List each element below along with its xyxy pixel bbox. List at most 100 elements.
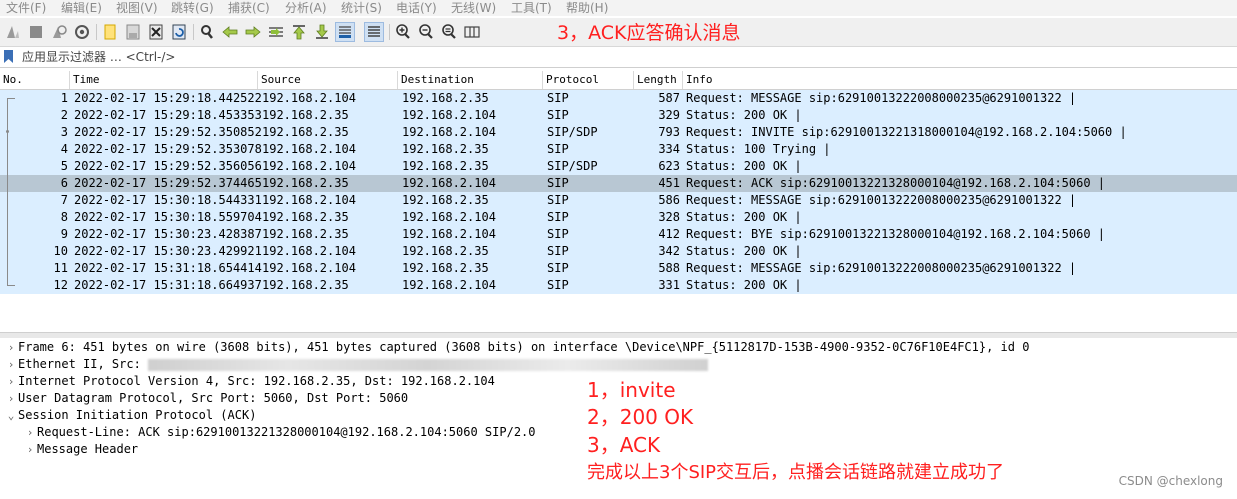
capture-options-gear-icon[interactable] bbox=[72, 22, 92, 42]
chevron-down-icon[interactable]: ⌄ bbox=[4, 407, 18, 424]
column-header-destination[interactable]: Destination bbox=[398, 71, 543, 89]
annotation-summary: 完成以上3个SIP交互后，点播会话链路就建立成功了 bbox=[587, 462, 1005, 483]
menu-help[interactable]: 帮助(H) bbox=[566, 0, 608, 16]
packet-info: Request: MESSAGE sip:6291001322200800023… bbox=[686, 91, 1077, 105]
column-header-protocol[interactable]: Protocol bbox=[543, 71, 634, 89]
packet-length: 586 bbox=[658, 193, 680, 207]
menu-edit[interactable]: 编辑(E) bbox=[61, 0, 102, 16]
detail-text: Session Initiation Protocol (ACK) bbox=[18, 408, 257, 422]
zoom-normal-icon[interactable] bbox=[439, 22, 459, 42]
packet-source: 192.168.2.35 bbox=[262, 108, 349, 122]
go-forward-icon[interactable] bbox=[243, 22, 263, 42]
last-packet-icon[interactable] bbox=[312, 22, 332, 42]
packet-protocol: SIP bbox=[547, 244, 569, 258]
column-header-source[interactable]: Source bbox=[258, 71, 398, 89]
detail-ipv4[interactable]: › Internet Protocol Version 4, Src: 192.1… bbox=[4, 373, 495, 390]
column-header-length[interactable]: Length bbox=[634, 71, 683, 89]
close-file-icon[interactable] bbox=[146, 22, 166, 42]
display-filter-input[interactable] bbox=[18, 47, 1222, 67]
packet-source: 192.168.2.35 bbox=[262, 278, 349, 292]
detail-sip[interactable]: ⌄ Session Initiation Protocol (ACK) bbox=[4, 407, 257, 424]
packet-destination: 192.168.2.35 bbox=[402, 193, 489, 207]
packet-protocol: SIP/SDP bbox=[547, 125, 598, 139]
stop-square-icon[interactable] bbox=[26, 22, 46, 42]
chevron-right-icon[interactable]: › bbox=[23, 441, 37, 458]
packet-source: 192.168.2.104 bbox=[262, 244, 356, 258]
go-to-packet-icon[interactable] bbox=[266, 22, 286, 42]
menu-tools[interactable]: 工具(T) bbox=[511, 0, 552, 16]
detail-udp[interactable]: › User Datagram Protocol, Src Port: 5060,… bbox=[4, 390, 408, 407]
packet-row[interactable]: 10 2022-02-17 15:30:23.429921 192.168.2.… bbox=[0, 243, 1237, 260]
packet-protocol: SIP bbox=[547, 193, 569, 207]
csdn-watermark: CSDN @chexlong bbox=[1118, 474, 1223, 488]
column-header-info[interactable]: Info bbox=[683, 71, 1237, 89]
menu-wireless[interactable]: 无线(W) bbox=[451, 0, 496, 16]
conversation-marker bbox=[6, 130, 9, 133]
chevron-right-icon[interactable]: › bbox=[4, 356, 18, 373]
packet-time: 2022-02-17 15:29:52.356056 bbox=[74, 159, 262, 173]
colorize-icon[interactable] bbox=[364, 22, 384, 42]
reload-file-icon[interactable] bbox=[169, 22, 189, 42]
menu-statistics[interactable]: 统计(S) bbox=[341, 0, 382, 16]
packet-row[interactable]: 8 2022-02-17 15:30:18.559704 192.168.2.3… bbox=[0, 209, 1237, 226]
packet-source: 192.168.2.104 bbox=[262, 261, 356, 275]
open-file-icon[interactable] bbox=[100, 22, 120, 42]
menu-bar: 文件(F) 编辑(E) 视图(V) 跳转(G) 捕获(C) 分析(A) 统计(S… bbox=[0, 0, 1237, 16]
packet-protocol: SIP bbox=[547, 278, 569, 292]
detail-frame[interactable]: › Frame 6: 451 bytes on wire (3608 bits),… bbox=[4, 339, 1030, 356]
packet-row[interactable]: 5 2022-02-17 15:29:52.356056 192.168.2.1… bbox=[0, 158, 1237, 175]
restart-capture-icon[interactable] bbox=[49, 22, 69, 42]
column-header-time[interactable]: Time bbox=[70, 71, 258, 89]
menu-view[interactable]: 视图(V) bbox=[116, 0, 158, 16]
bookmark-filter-icon[interactable] bbox=[3, 50, 14, 63]
packet-row[interactable]: 3 2022-02-17 15:29:52.350852 192.168.2.3… bbox=[0, 124, 1237, 141]
menu-file[interactable]: 文件(F) bbox=[6, 0, 46, 16]
redacted-mac-addresses bbox=[148, 358, 709, 371]
packet-row[interactable]: 4 2022-02-17 15:29:52.353078 192.168.2.1… bbox=[0, 141, 1237, 158]
packet-length: 412 bbox=[658, 227, 680, 241]
packet-destination: 192.168.2.104 bbox=[402, 176, 496, 190]
chevron-right-icon[interactable]: › bbox=[4, 339, 18, 356]
packet-row-selected[interactable]: 6 2022-02-17 15:29:52.374465 192.168.2.3… bbox=[0, 175, 1237, 192]
packet-destination: 192.168.2.35 bbox=[402, 159, 489, 173]
chevron-right-icon[interactable]: › bbox=[23, 424, 37, 441]
packet-info: Request: BYE sip:62910013221328000104@19… bbox=[686, 227, 1106, 241]
packet-time: 2022-02-17 15:29:18.453353 bbox=[74, 108, 262, 122]
packet-info: Status: 200 OK | bbox=[686, 244, 802, 258]
find-packet-icon[interactable] bbox=[197, 22, 217, 42]
packet-info: Status: 100 Trying | bbox=[686, 142, 831, 156]
go-back-icon[interactable] bbox=[220, 22, 240, 42]
packet-row[interactable]: 7 2022-02-17 15:30:18.544331 192.168.2.1… bbox=[0, 192, 1237, 209]
chevron-right-icon[interactable]: › bbox=[4, 390, 18, 407]
packet-time: 2022-02-17 15:30:18.544331 bbox=[74, 193, 262, 207]
detail-request-line[interactable]: › Request-Line: ACK sip:62910013221328000… bbox=[23, 424, 536, 441]
packet-protocol: SIP bbox=[547, 176, 569, 190]
menu-analyze[interactable]: 分析(A) bbox=[285, 0, 327, 16]
packet-destination: 192.168.2.104 bbox=[402, 278, 496, 292]
packet-info: Request: INVITE sip:62910013221318000104… bbox=[686, 125, 1127, 139]
menu-telephony[interactable]: 电话(Y) bbox=[396, 0, 437, 16]
shark-fin-start-icon[interactable] bbox=[3, 22, 23, 42]
packet-length: 451 bbox=[658, 176, 680, 190]
packet-row[interactable]: 1 2022-02-17 15:29:18.442522 192.168.2.1… bbox=[0, 90, 1237, 107]
column-header-no[interactable]: No. bbox=[0, 71, 70, 89]
packet-length: 588 bbox=[658, 261, 680, 275]
detail-message-header[interactable]: › Message Header bbox=[23, 441, 138, 458]
autoscroll-icon[interactable] bbox=[335, 22, 355, 42]
zoom-out-icon[interactable] bbox=[416, 22, 436, 42]
save-file-icon[interactable] bbox=[123, 22, 143, 42]
packet-info: Request: MESSAGE sip:6291001322200800023… bbox=[686, 261, 1077, 275]
resize-columns-icon[interactable] bbox=[462, 22, 482, 42]
packet-info: Status: 200 OK | bbox=[686, 278, 802, 292]
packet-row[interactable]: 11 2022-02-17 15:31:18.654414 192.168.2.… bbox=[0, 260, 1237, 277]
detail-ethernet[interactable]: › Ethernet II, Src: bbox=[4, 356, 709, 373]
chevron-right-icon[interactable]: › bbox=[4, 373, 18, 390]
packet-row[interactable]: 9 2022-02-17 15:30:23.428387 192.168.2.3… bbox=[0, 226, 1237, 243]
packet-row[interactable]: 12 2022-02-17 15:31:18.664937 192.168.2.… bbox=[0, 277, 1237, 294]
menu-go[interactable]: 跳转(G) bbox=[171, 0, 214, 16]
menu-capture[interactable]: 捕获(C) bbox=[228, 0, 270, 16]
packet-protocol: SIP bbox=[547, 142, 569, 156]
packet-row[interactable]: 2 2022-02-17 15:29:18.453353 192.168.2.3… bbox=[0, 107, 1237, 124]
first-packet-icon[interactable] bbox=[289, 22, 309, 42]
zoom-in-icon[interactable] bbox=[393, 22, 413, 42]
